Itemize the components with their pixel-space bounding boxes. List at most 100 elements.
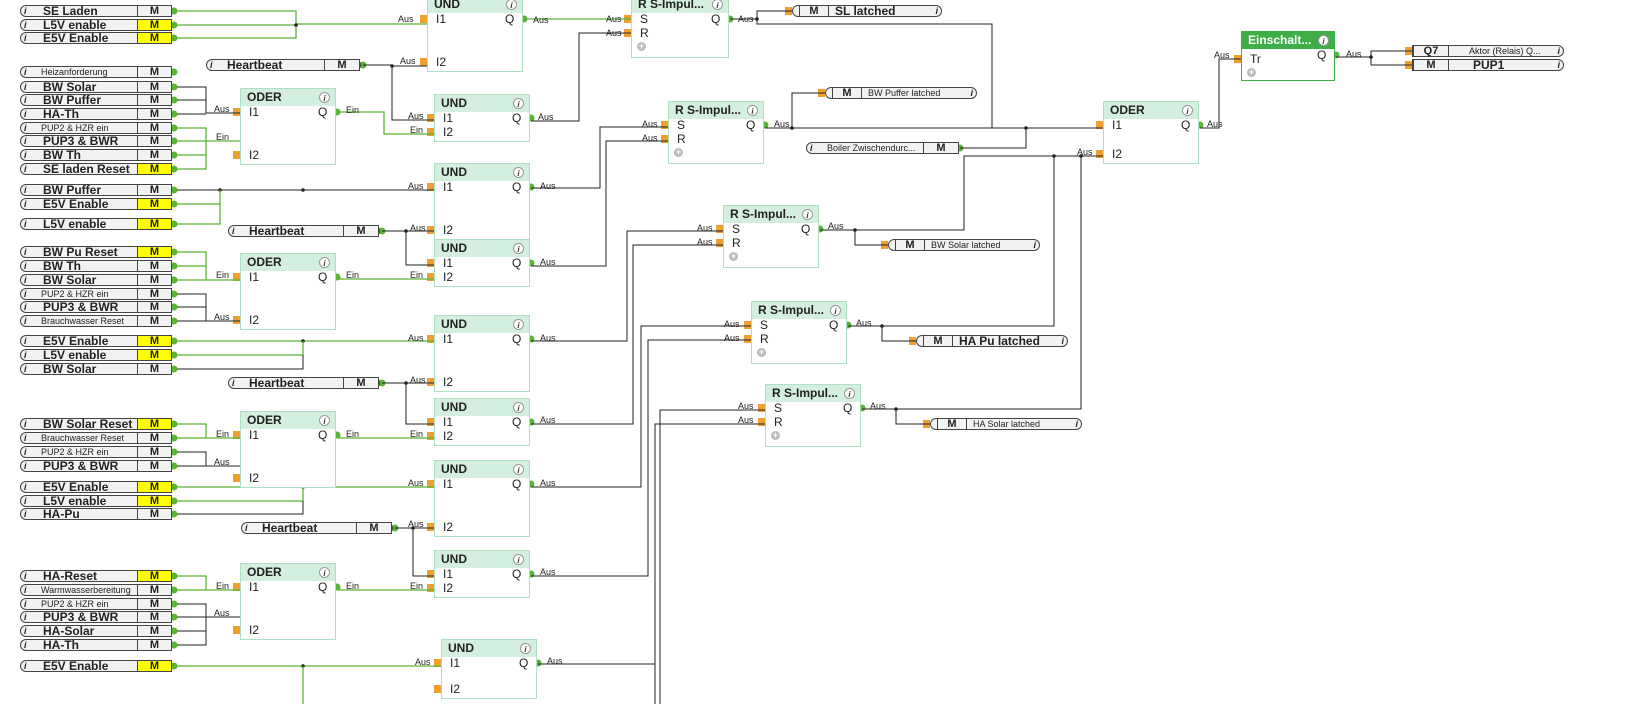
memory-input-32[interactable]: i PUP2 & HZR ein M — [20, 598, 172, 610]
memory-input-14[interactable]: i BW Pu Reset M — [20, 246, 172, 258]
logic-block-0[interactable]: UND i I1 I2 Q — [427, 0, 523, 72]
info-icon[interactable]: i — [245, 523, 248, 533]
memory-input-7[interactable]: i PUP2 & HZR ein M — [20, 122, 172, 134]
memory-input-2[interactable]: i E5V Enable M — [20, 32, 172, 44]
info-icon[interactable]: i — [1318, 35, 1329, 46]
logic-block-14[interactable]: R S-Impul... i S R Q + — [668, 101, 764, 164]
info-icon[interactable]: i — [24, 316, 27, 326]
info-icon[interactable]: i — [24, 661, 27, 671]
info-icon[interactable]: i — [24, 461, 27, 471]
info-icon[interactable]: i — [24, 164, 27, 174]
boiler-memory[interactable]: i Boiler Zwischendurc... M — [806, 142, 959, 154]
logic-block-12[interactable]: ODER i I1 I2 Q — [240, 563, 336, 640]
memory-input-28[interactable]: i L5V enable M — [20, 495, 172, 507]
info-icon[interactable]: i — [1557, 46, 1560, 56]
info-icon[interactable]: i — [24, 247, 27, 257]
info-icon[interactable]: i — [24, 336, 27, 346]
memory-input-10[interactable]: i SE laden Reset M — [20, 163, 172, 175]
memory-input-3[interactable]: i Heizanforderung M — [20, 66, 172, 78]
actuator-output-1[interactable]: M PUP1 i — [1412, 59, 1564, 71]
info-icon[interactable]: i — [24, 275, 27, 285]
info-icon[interactable]: i — [24, 261, 27, 271]
info-icon[interactable]: i — [24, 364, 27, 374]
latched-output-0[interactable]: M SL latched i — [792, 5, 942, 17]
add-input-button[interactable]: + — [674, 148, 683, 157]
logic-block-11[interactable]: ODER i I1 I2 Q — [240, 411, 336, 488]
latched-output-3[interactable]: M HA Pu latched i — [916, 335, 1068, 347]
info-icon[interactable]: i — [232, 378, 235, 388]
memory-input-15[interactable]: i BW Th M — [20, 260, 172, 272]
logic-block-18[interactable]: ODER i I1 I2 Q — [1103, 101, 1199, 164]
info-icon[interactable]: i — [810, 143, 813, 153]
logic-block-4[interactable]: UND i I1 I2 Q — [434, 315, 530, 392]
info-icon[interactable]: i — [513, 243, 524, 254]
add-input-button[interactable]: + — [1247, 68, 1256, 77]
info-icon[interactable]: i — [513, 554, 524, 565]
info-icon[interactable]: i — [24, 82, 27, 92]
logic-block-10[interactable]: ODER i I1 I2 Q — [240, 253, 336, 330]
heartbeat-input-1[interactable]: i Heartbeat M — [228, 225, 380, 237]
logic-block-16[interactable]: R S-Impul... i S R Q + — [751, 301, 847, 364]
info-icon[interactable]: i — [319, 567, 330, 578]
memory-input-27[interactable]: i E5V Enable M — [20, 481, 172, 493]
logic-block-7[interactable]: UND i I1 I2 Q — [434, 550, 530, 598]
memory-input-13[interactable]: i L5V enable M — [20, 218, 172, 230]
logic-block-9[interactable]: ODER i I1 I2 Q — [240, 88, 336, 165]
info-icon[interactable]: i — [24, 109, 27, 119]
logic-block-17[interactable]: R S-Impul... i S R Q + — [765, 384, 861, 447]
memory-input-30[interactable]: i HA-Reset M — [20, 570, 172, 582]
memory-input-4[interactable]: i BW Solar M — [20, 81, 172, 93]
memory-input-26[interactable]: i PUP3 & BWR M — [20, 460, 172, 472]
logic-block-8[interactable]: UND i I1 I2 Q — [441, 639, 537, 699]
info-icon[interactable]: i — [1033, 240, 1036, 250]
latched-output-1[interactable]: M BW Puffer latched i — [825, 87, 977, 99]
info-icon[interactable]: i — [24, 289, 27, 299]
memory-input-6[interactable]: i HA-Th M — [20, 108, 172, 120]
memory-input-25[interactable]: i PUP2 & HZR ein M — [20, 446, 172, 458]
memory-input-11[interactable]: i BW Puffer M — [20, 184, 172, 196]
info-icon[interactable]: i — [24, 640, 27, 650]
info-icon[interactable]: i — [24, 185, 27, 195]
heartbeat-input-2[interactable]: i Heartbeat M — [228, 377, 380, 389]
info-icon[interactable]: i — [24, 599, 27, 609]
memory-input-36[interactable]: i E5V Enable M — [20, 660, 172, 672]
logic-block-15[interactable]: R S-Impul... i S R Q + — [723, 205, 819, 268]
info-icon[interactable]: i — [319, 92, 330, 103]
memory-input-20[interactable]: i E5V Enable M — [20, 335, 172, 347]
info-icon[interactable]: i — [830, 305, 841, 316]
info-icon[interactable]: i — [513, 98, 524, 109]
info-icon[interactable]: i — [24, 20, 27, 30]
memory-input-8[interactable]: i PUP3 & BWR M — [20, 135, 172, 147]
latched-output-4[interactable]: M HA Solar latched i — [930, 418, 1082, 430]
info-icon[interactable]: i — [24, 150, 27, 160]
info-icon[interactable]: i — [319, 257, 330, 268]
info-icon[interactable]: i — [24, 626, 27, 636]
memory-input-24[interactable]: i Brauchwasser Reset M — [20, 432, 172, 444]
add-input-button[interactable]: + — [757, 348, 766, 357]
actuator-output-0[interactable]: Q7 Aktor (Relais) Q... i — [1412, 45, 1564, 57]
info-icon[interactable]: i — [319, 415, 330, 426]
heartbeat-input-0[interactable]: i Heartbeat M — [206, 59, 361, 71]
memory-input-9[interactable]: i BW Th M — [20, 149, 172, 161]
memory-input-29[interactable]: i HA-Pu M — [20, 508, 172, 520]
info-icon[interactable]: i — [24, 6, 27, 16]
logic-block-3[interactable]: UND i I1 I2 Q — [434, 239, 530, 287]
info-icon[interactable]: i — [1061, 336, 1064, 346]
logic-block-5[interactable]: UND i I1 I2 Q — [434, 398, 530, 446]
info-icon[interactable]: i — [1075, 419, 1078, 429]
info-icon[interactable]: i — [24, 123, 27, 133]
info-icon[interactable]: i — [24, 136, 27, 146]
info-icon[interactable]: i — [24, 95, 27, 105]
info-icon[interactable]: i — [1557, 60, 1560, 70]
memory-input-21[interactable]: i L5V enable M — [20, 349, 172, 361]
heartbeat-input-3[interactable]: i Heartbeat M — [241, 522, 393, 534]
info-icon[interactable]: i — [747, 105, 758, 116]
info-icon[interactable]: i — [970, 88, 973, 98]
info-icon[interactable]: i — [513, 167, 524, 178]
logic-block-2[interactable]: UND i I1 I2 Q — [434, 163, 530, 240]
info-icon[interactable]: i — [513, 319, 524, 330]
memory-input-12[interactable]: i E5V Enable M — [20, 198, 172, 210]
info-icon[interactable]: i — [520, 643, 531, 654]
info-icon[interactable]: i — [210, 60, 213, 70]
info-icon[interactable]: i — [24, 219, 27, 229]
